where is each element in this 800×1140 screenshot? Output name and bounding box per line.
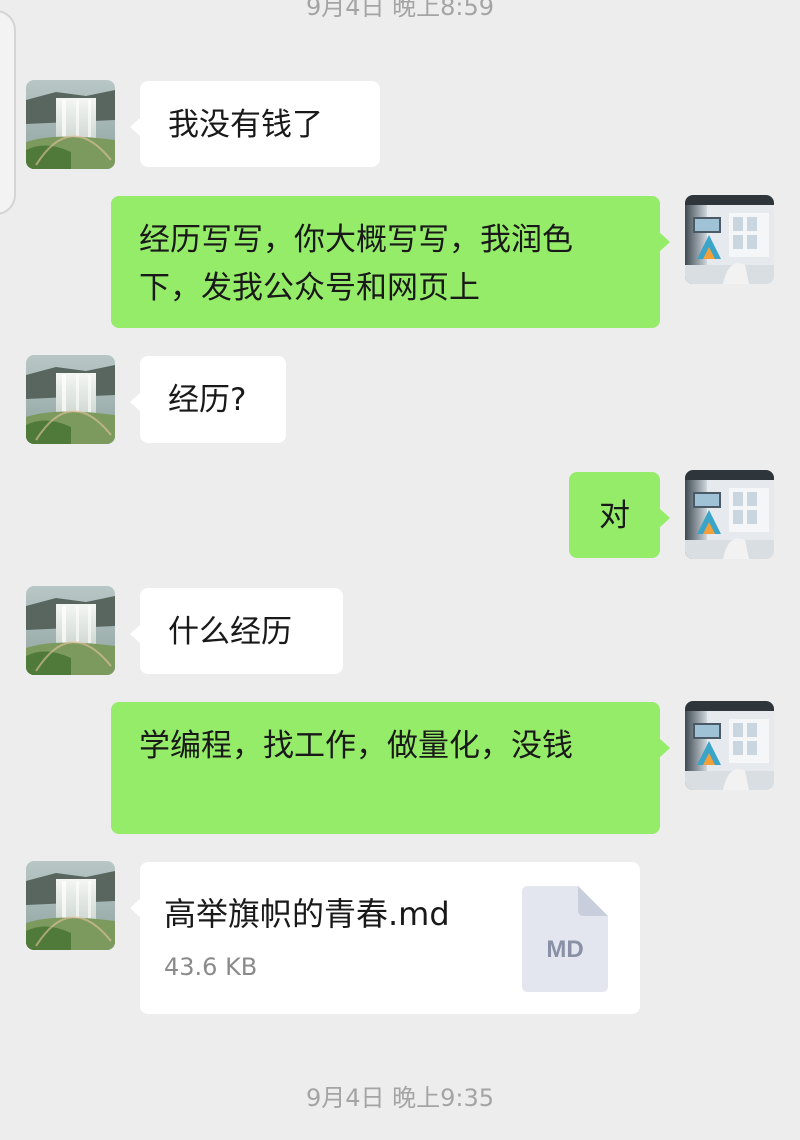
file-message-card[interactable]: 高举旗帜的青春.md 43.6 KB MD	[130, 862, 640, 1014]
self-avatar[interactable]	[685, 701, 774, 790]
message-text: 经历?	[168, 382, 247, 418]
message-bubble-received[interactable]: 什么经历	[130, 588, 343, 674]
self-avatar[interactable]	[685, 470, 774, 559]
side-handle[interactable]	[0, 10, 16, 215]
message-text: 学编程，找工作，做量化，没钱	[139, 728, 573, 764]
timestamp-bottom: 9月4日 晚上9:35	[305, 1084, 495, 1112]
waterfall-avatar-image	[26, 861, 115, 950]
message-text: 我没有钱了	[168, 107, 323, 143]
self-avatar[interactable]	[685, 195, 774, 284]
waterfall-avatar-image	[26, 80, 115, 169]
timestamp-top: 9月4日 晚上8:59	[305, 0, 495, 21]
file-size: 43.6 KB	[164, 953, 258, 981]
file-name: 高举旗帜的青春.md	[164, 895, 450, 933]
contact-avatar[interactable]	[26, 586, 115, 675]
message-bubble-received[interactable]: 经历?	[130, 356, 286, 443]
contact-avatar[interactable]	[26, 80, 115, 169]
waterfall-avatar-image	[26, 586, 115, 675]
message-bubble-sent[interactable]: 对	[569, 472, 670, 558]
message-text: 经历写写，你大概写写，我润色下，发我公众号和网页上	[139, 222, 573, 306]
contact-avatar[interactable]	[26, 355, 115, 444]
office-avatar-image	[685, 195, 774, 284]
message-bubble-sent[interactable]: 经历写写，你大概写写，我润色下，发我公众号和网页上	[111, 196, 670, 328]
message-text: 什么经历	[168, 614, 292, 650]
waterfall-avatar-image	[26, 355, 115, 444]
message-text: 对	[599, 498, 630, 534]
file-extension-label: MD	[546, 936, 583, 963]
chat-area[interactable]: 9月4日 晚上8:59 我没有钱了 经历写写，你大概写写，我润色下，发我公众号和…	[0, 0, 800, 1140]
contact-avatar[interactable]	[26, 861, 115, 950]
office-avatar-image	[685, 470, 774, 559]
markdown-file-icon: MD	[522, 886, 608, 992]
message-bubble-received[interactable]: 我没有钱了	[130, 81, 380, 167]
message-bubble-sent[interactable]: 学编程，找工作，做量化，没钱	[111, 702, 670, 834]
office-avatar-image	[685, 701, 774, 790]
